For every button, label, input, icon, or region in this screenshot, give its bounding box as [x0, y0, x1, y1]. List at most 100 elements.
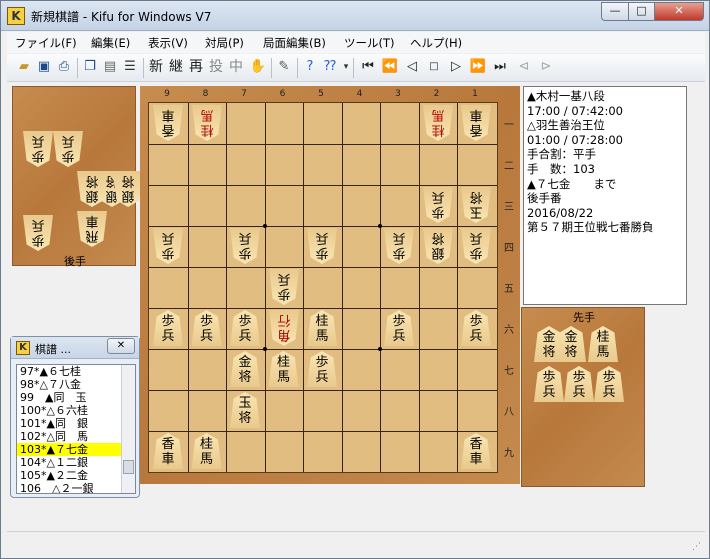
- board-piece[interactable]: 桂 馬: [191, 433, 222, 469]
- kifu-move-item[interactable]: 106 △２一銀: [17, 482, 121, 493]
- board-piece[interactable]: 歩 兵: [153, 228, 183, 264]
- board-piece[interactable]: 香 車: [461, 105, 491, 141]
- board-piece[interactable]: 玉 将: [230, 392, 260, 428]
- shogi-board[interactable]: 香 車桂 馬桂 馬香 車歩 兵玉 将歩 兵歩 兵歩 兵歩 兵銀 将歩 兵歩 兵歩…: [148, 102, 498, 473]
- menu-game[interactable]: 対局(P): [205, 35, 244, 51]
- first-move-icon[interactable]: ⏮: [359, 58, 377, 76]
- board-piece[interactable]: 歩 兵: [153, 310, 183, 346]
- kifu-move-item[interactable]: 101*▲同 銀: [17, 417, 121, 430]
- list-icon[interactable]: ☰: [121, 58, 139, 76]
- grid-line: [149, 431, 497, 432]
- kifu-move-item[interactable]: 98*△７八金: [17, 378, 121, 391]
- stop-icon[interactable]: □: [425, 58, 443, 76]
- file-label: 6: [279, 89, 286, 99]
- open-folder-icon[interactable]: ▰: [15, 58, 33, 76]
- menu-help[interactable]: ヘルプ(H): [410, 35, 462, 51]
- kifu-scrollbar[interactable]: [121, 365, 135, 493]
- sente-hand-piece[interactable]: 歩 兵: [534, 366, 564, 402]
- back-icon[interactable]: ◁: [403, 58, 421, 76]
- print-icon[interactable]: ⎙: [55, 58, 73, 76]
- kifu-move-item[interactable]: 105*▲２二金: [17, 469, 121, 482]
- sente-hand-piece[interactable]: 桂 馬: [588, 326, 618, 362]
- maximize-button[interactable]: □: [628, 2, 655, 21]
- sente-hand-piece[interactable]: 歩 兵: [594, 366, 624, 402]
- info-line: ▲７七金 まで: [527, 176, 617, 191]
- kifu-move-item[interactable]: 97*▲６七桂: [17, 365, 121, 378]
- help-icon[interactable]: ?: [301, 58, 319, 76]
- continue-button[interactable]: 継: [169, 58, 183, 76]
- main-window: K 新規棋譜 - Kifu for Windows V7 — □ ✕ ファイル(…: [0, 0, 710, 559]
- wrench-icon[interactable]: ✎: [275, 58, 293, 76]
- branch-back-icon[interactable]: ⊲: [515, 58, 533, 76]
- toolbar-separator: [143, 58, 144, 78]
- minimize-button[interactable]: —: [601, 2, 629, 21]
- menu-position-edit[interactable]: 局面編集(B): [263, 35, 326, 51]
- board-piece[interactable]: 香 車: [153, 105, 183, 141]
- star-point: [262, 347, 267, 351]
- board-piece[interactable]: 香 車: [153, 433, 183, 469]
- gote-hand-piece[interactable]: 飛 車: [77, 211, 107, 247]
- hand-icon[interactable]: ✋: [249, 58, 267, 76]
- kifu-close-button[interactable]: ✕: [107, 338, 135, 354]
- sente-hand-piece[interactable]: 歩 兵: [564, 366, 594, 402]
- kifu-move-item[interactable]: 104*△１二銀: [17, 456, 121, 469]
- kifu-app-icon: K: [16, 341, 30, 355]
- new-game-button[interactable]: 新: [149, 58, 163, 76]
- menu-view[interactable]: 表示(V): [148, 35, 188, 51]
- board-piece[interactable]: 桂 馬: [192, 105, 222, 141]
- kifu-move-item[interactable]: 103*▲７七金: [17, 443, 121, 456]
- board-piece[interactable]: 歩 兵: [384, 310, 414, 346]
- menu-file[interactable]: ファイル(F): [15, 35, 77, 51]
- kifu-move-list[interactable]: 97*▲６七桂 98*△７八金 99 ▲同 玉 100*△６六桂 101*▲同 銀 102…: [16, 364, 136, 494]
- board-piece[interactable]: 歩 兵: [423, 187, 453, 223]
- toolbar-separator: [353, 58, 354, 78]
- board-piece[interactable]: 角 行: [269, 310, 299, 346]
- resign-button[interactable]: 投: [209, 58, 223, 76]
- kifu-move-item[interactable]: 102*△同 馬: [17, 430, 121, 443]
- kifu-move-item[interactable]: 100*△６六桂: [17, 404, 121, 417]
- kifu-title: 棋譜 ...: [35, 343, 71, 356]
- board-piece[interactable]: 歩 兵: [307, 351, 337, 387]
- resize-grip-icon[interactable]: ⋰: [692, 542, 701, 552]
- save-icon[interactable]: ▣: [35, 58, 53, 76]
- gote-hand-piece[interactable]: 歩 兵: [23, 131, 53, 167]
- board-piece[interactable]: 歩 兵: [461, 310, 491, 346]
- info-line: 2016/08/22: [527, 205, 594, 220]
- gote-hand-piece[interactable]: 歩 兵: [53, 131, 83, 167]
- forward-icon[interactable]: ▷: [447, 58, 465, 76]
- kifu-title-bar[interactable]: K 棋譜 ... ✕: [11, 337, 139, 359]
- branch-forward-icon[interactable]: ⊳: [537, 58, 555, 76]
- menu-tools[interactable]: ツール(T): [344, 35, 395, 51]
- paste-icon[interactable]: ▤: [101, 58, 119, 76]
- board-piece[interactable]: 歩 兵: [191, 310, 222, 346]
- back-10-icon[interactable]: ⏪: [381, 58, 399, 76]
- board-piece[interactable]: 金 将: [230, 351, 260, 387]
- toolbar-separator: [297, 58, 298, 78]
- file-label: 1: [472, 89, 478, 99]
- board-piece[interactable]: 桂 馬: [423, 105, 453, 141]
- kifu-move-item[interactable]: 99 ▲同 玉: [17, 391, 121, 404]
- grid-line: [264, 103, 266, 472]
- interrupt-button[interactable]: 中: [229, 58, 243, 76]
- board-piece[interactable]: 銀 将: [423, 228, 453, 264]
- board-piece[interactable]: 桂 馬: [268, 351, 299, 387]
- board-piece[interactable]: 歩 兵: [461, 228, 491, 264]
- game-info-panel: ▲木村一基八段 17:00 / 07:42:00 △羽生善治王位 01:00 / 07…: [523, 86, 687, 305]
- sente-hand-piece[interactable]: 金 将: [556, 326, 586, 362]
- board-piece[interactable]: 香 車: [461, 433, 491, 469]
- board-piece[interactable]: 玉 将: [461, 187, 491, 223]
- board-piece[interactable]: 桂 馬: [307, 310, 337, 346]
- last-move-icon[interactable]: ⏭: [491, 58, 509, 76]
- menu-edit[interactable]: 編集(E): [91, 35, 130, 51]
- replay-button[interactable]: 再: [189, 58, 203, 76]
- board-piece[interactable]: 歩 兵: [230, 228, 260, 264]
- board-piece[interactable]: 歩 兵: [307, 228, 337, 264]
- close-button[interactable]: ✕: [654, 2, 704, 21]
- board-piece[interactable]: 歩 兵: [230, 310, 260, 346]
- board-piece[interactable]: 歩 兵: [269, 269, 299, 305]
- forward-10-icon[interactable]: ⏩: [469, 58, 487, 76]
- copy-icon[interactable]: ❐: [81, 58, 99, 76]
- board-piece[interactable]: 歩 兵: [384, 228, 414, 264]
- gote-hand-piece[interactable]: 歩 兵: [23, 215, 53, 251]
- kifu-scroll-thumb[interactable]: [123, 460, 134, 474]
